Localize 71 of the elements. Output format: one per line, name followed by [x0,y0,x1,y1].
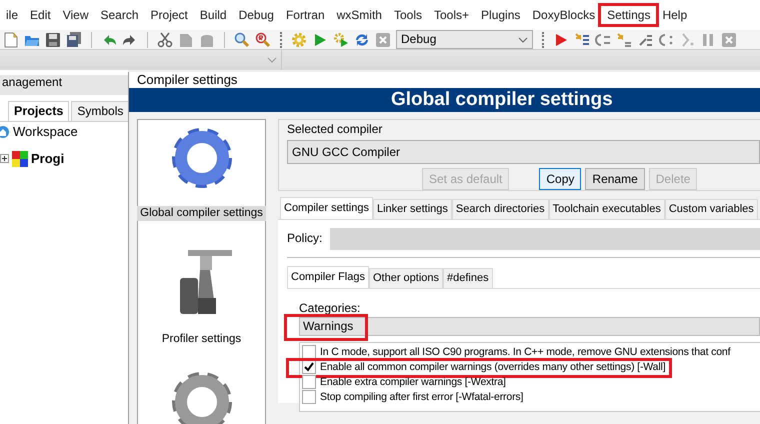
project-icon [12,150,28,166]
gear-icon[interactable] [291,32,307,48]
refresh-icon[interactable] [354,32,370,48]
menu-item[interactable]: Tools+ [428,4,476,25]
menu-item[interactable]: Project [144,4,194,25]
field-label: Policy: [287,231,322,246]
category-dropdown[interactable]: Warnings [299,316,760,336]
caret-icon[interactable] [267,57,277,63]
search-icon[interactable] [234,32,250,48]
menu-item[interactable]: ile [0,4,24,25]
checkbox-label: Stop compiling after first error [-Wfatal-errors] [320,391,524,404]
tab[interactable]: Compiler settings [280,196,373,219]
step-arrow-icon[interactable] [574,32,590,48]
checkbox[interactable] [302,390,316,404]
page-banner: Global compiler settings [129,88,760,112]
close-icon[interactable] [721,32,737,48]
checkbox-label: Enable all common compiler warnings (overrides many other settings) [-Wall] [320,361,666,374]
menu-item[interactable]: Help [656,4,694,25]
panel-title: anagement [0,75,128,95]
step-arrow-icon[interactable] [658,32,674,48]
new-file-icon[interactable] [3,32,19,48]
replace-icon[interactable] [255,32,271,48]
menu-item[interactable]: Search [94,4,145,25]
close-icon[interactable] [375,32,391,48]
compiler-dropdown[interactable]: GNU GCC Compiler [287,140,760,164]
menu-item[interactable]: DoxyBlocks [526,4,602,25]
caret-icon [518,36,528,42]
menu-item[interactable]: Fortran [280,4,331,25]
tab[interactable]: #defines [443,268,493,288]
step-arrow-icon[interactable] [616,32,632,48]
button[interactable]: Rename [585,168,645,190]
gear-play-icon[interactable] [333,32,349,48]
group-label: Selected compiler [287,122,384,136]
field-label: Categories: [299,300,362,315]
tree-item[interactable]: Workspace [13,124,78,140]
menu-item[interactable]: Settings [601,4,656,25]
tab[interactable]: Compiler Flags [287,266,369,288]
tab[interactable]: Projects [8,101,70,121]
menu-item[interactable]: View [56,4,94,25]
tab[interactable]: Custom variables [664,198,758,219]
menu-item[interactable]: Edit [24,4,57,25]
menu-item[interactable]: Build [194,4,233,25]
checkbox[interactable] [302,360,316,374]
menu-item[interactable]: Plugins [475,4,526,25]
menu-item[interactable]: Debug [232,4,280,25]
checkbox-label: Enable extra compiler warnings [-Wextra] [320,376,506,389]
gear-icon [170,126,234,190]
button[interactable]: Copy [539,168,582,190]
window-title: Compiler settings [137,72,238,88]
tab[interactable]: Other options [368,268,444,288]
checkbox[interactable] [302,375,316,390]
menu-item[interactable]: wxSmith [330,4,388,25]
toolbar-grip-handle[interactable] [542,32,544,48]
scissors-icon[interactable] [157,32,173,48]
menu-item[interactable]: Tools [388,4,428,25]
list-item[interactable]: Global compiler settings [137,206,266,222]
save-icon[interactable] [45,32,61,48]
tab[interactable]: Symbols [71,101,130,121]
checkbox[interactable] [302,345,316,360]
save-all-icon[interactable] [66,32,82,48]
toolbar-grip-handle[interactable] [280,32,282,48]
checkbox-label: In C mode, support all ISO C90 programs. In C++ mode, remove GNU extensions that conf [320,346,730,359]
expand-icon[interactable] [0,154,9,163]
list-item[interactable]: Profiler settings [158,332,244,348]
tab[interactable]: Toolchain executables [548,198,665,219]
step-arrow-icon[interactable] [595,32,611,48]
tree-item[interactable]: Progi [31,150,64,166]
tab[interactable]: Search directories [452,198,549,219]
build-target-dropdown[interactable]: Debug [396,30,533,49]
tab[interactable]: Linker settings [372,198,452,219]
pause-icon[interactable] [700,32,716,48]
